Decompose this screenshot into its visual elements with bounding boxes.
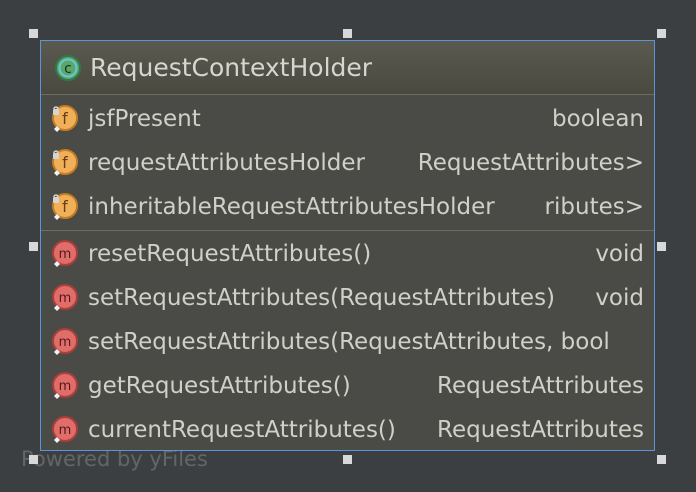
field-name: inheritableRequestAttributesHolder [88,194,495,220]
lock-icon [53,153,59,159]
svg-text:m: m [59,291,72,306]
method-row[interactable]: m resetRequestAttributes() void [41,232,654,276]
svg-text:f: f [62,109,68,128]
svg-text:f: f [62,197,68,216]
method-name: resetRequestAttributes() [88,241,372,267]
method-icon: m [51,328,79,356]
method-name: getRequestAttributes() [88,373,351,399]
resize-handle-bottom-center[interactable] [343,455,352,464]
field-row[interactable]: f inheritableRequestAttributesHolder rib… [41,185,654,229]
field-icon: f [51,149,79,177]
diagram-canvas: Powered by yFiles c RequestContextHolder… [0,0,696,492]
method-row[interactable]: m setRequestAttributes(RequestAttributes… [41,276,654,320]
resize-handle-top-right[interactable] [657,29,666,38]
class-icon: c [54,54,82,82]
method-icon: m [51,416,79,444]
method-row[interactable]: m setRequestAttributes(RequestAttributes… [41,320,654,364]
method-icon: m [51,284,79,312]
svg-text:m: m [59,335,72,350]
svg-text:m: m [59,247,72,262]
resize-handle-middle-left[interactable] [29,242,38,251]
member-separator [41,230,654,231]
class-header[interactable]: c RequestContextHolder [41,41,654,95]
field-row[interactable]: f jsfPresent boolean [41,97,654,141]
field-icon: f [51,193,79,221]
method-return-type: RequestAttributes [431,364,644,408]
resize-handle-top-left[interactable] [29,29,38,38]
method-return-type: void [589,232,644,276]
field-type: ributes> [544,185,644,229]
resize-handle-top-center[interactable] [343,29,352,38]
method-row[interactable]: m getRequestAttributes() RequestAttribut… [41,364,654,408]
resize-handle-bottom-left[interactable] [29,455,38,464]
field-name: requestAttributesHolder [88,150,365,176]
class-node[interactable]: c RequestContextHolder f jsfPresent bool… [40,40,655,451]
lock-icon [53,197,59,203]
svg-text:f: f [62,153,68,172]
method-name: setRequestAttributes(RequestAttributes, … [88,329,610,355]
field-name: jsfPresent [88,106,201,132]
resize-handle-middle-right[interactable] [657,242,666,251]
svg-text:c: c [64,61,72,77]
method-return-type: void [589,276,644,320]
field-type: RequestAttributes> [417,141,644,185]
field-type: boolean [546,97,644,141]
method-icon: m [51,372,79,400]
svg-text:m: m [59,423,72,438]
lock-icon [53,109,59,115]
method-name: currentRequestAttributes() [88,417,396,443]
field-row[interactable]: f requestAttributesHolder RequestAttribu… [41,141,654,185]
svg-text:m: m [59,379,72,394]
method-name: setRequestAttributes(RequestAttributes) [88,285,556,311]
method-icon: m [51,240,79,268]
class-title: RequestContextHolder [90,53,373,82]
method-row[interactable]: m currentRequestAttributes() RequestAttr… [41,408,654,450]
method-return-type: RequestAttributes [437,408,644,450]
resize-handle-bottom-right[interactable] [657,455,666,464]
field-icon: f [51,105,79,133]
